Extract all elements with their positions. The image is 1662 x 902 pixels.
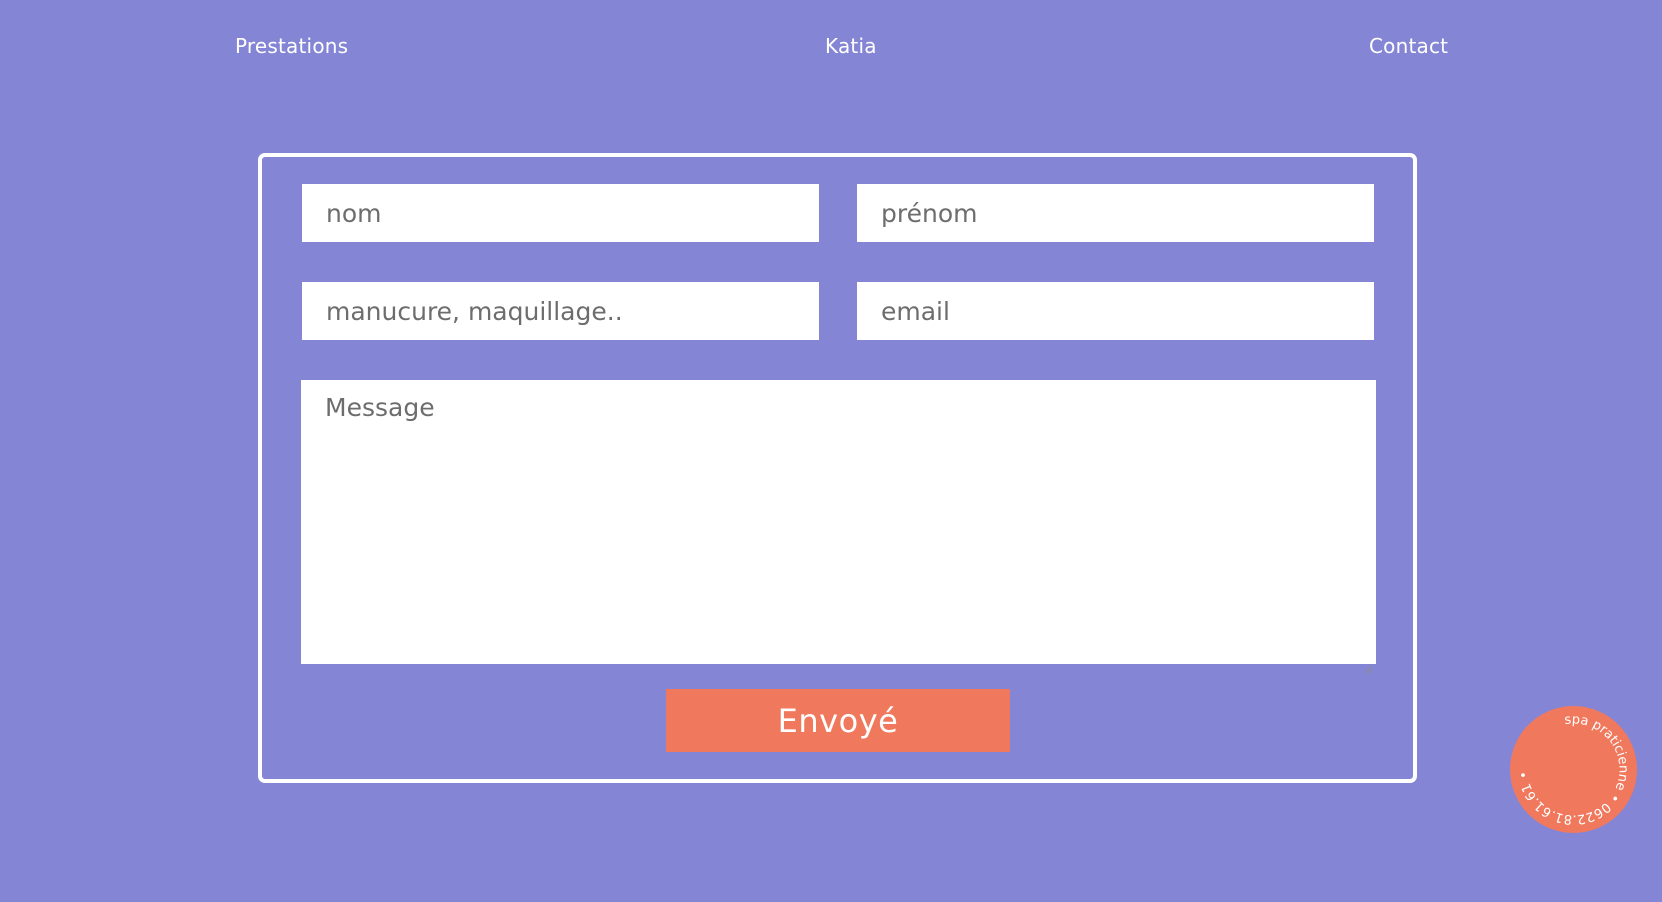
email-placeholder: email: [881, 296, 950, 326]
submit-button[interactable]: Envoyé: [666, 689, 1010, 752]
message-placeholder: Message: [325, 393, 435, 422]
nom-input[interactable]: nom: [302, 184, 819, 242]
message-textarea[interactable]: Message: [301, 380, 1376, 674]
nav-link-katia[interactable]: Katia: [825, 34, 877, 58]
service-input[interactable]: manucure, maquillage..: [302, 282, 819, 340]
submit-label: Envoyé: [777, 701, 899, 740]
prenom-placeholder: prénom: [881, 198, 978, 228]
spa-badge[interactable]: spa praticienne • 0622.81.61.61 •: [1510, 706, 1637, 833]
email-input[interactable]: email: [857, 282, 1374, 340]
nav-link-contact[interactable]: Contact: [1369, 34, 1448, 58]
prenom-input[interactable]: prénom: [857, 184, 1374, 242]
service-placeholder: manucure, maquillage..: [326, 296, 623, 326]
nom-placeholder: nom: [326, 198, 382, 228]
nav-link-prestations[interactable]: Prestations: [235, 34, 348, 58]
badge-text: spa praticienne • 0622.81.61.61 •: [1516, 712, 1630, 826]
resize-grip-icon[interactable]: [1363, 651, 1373, 674]
